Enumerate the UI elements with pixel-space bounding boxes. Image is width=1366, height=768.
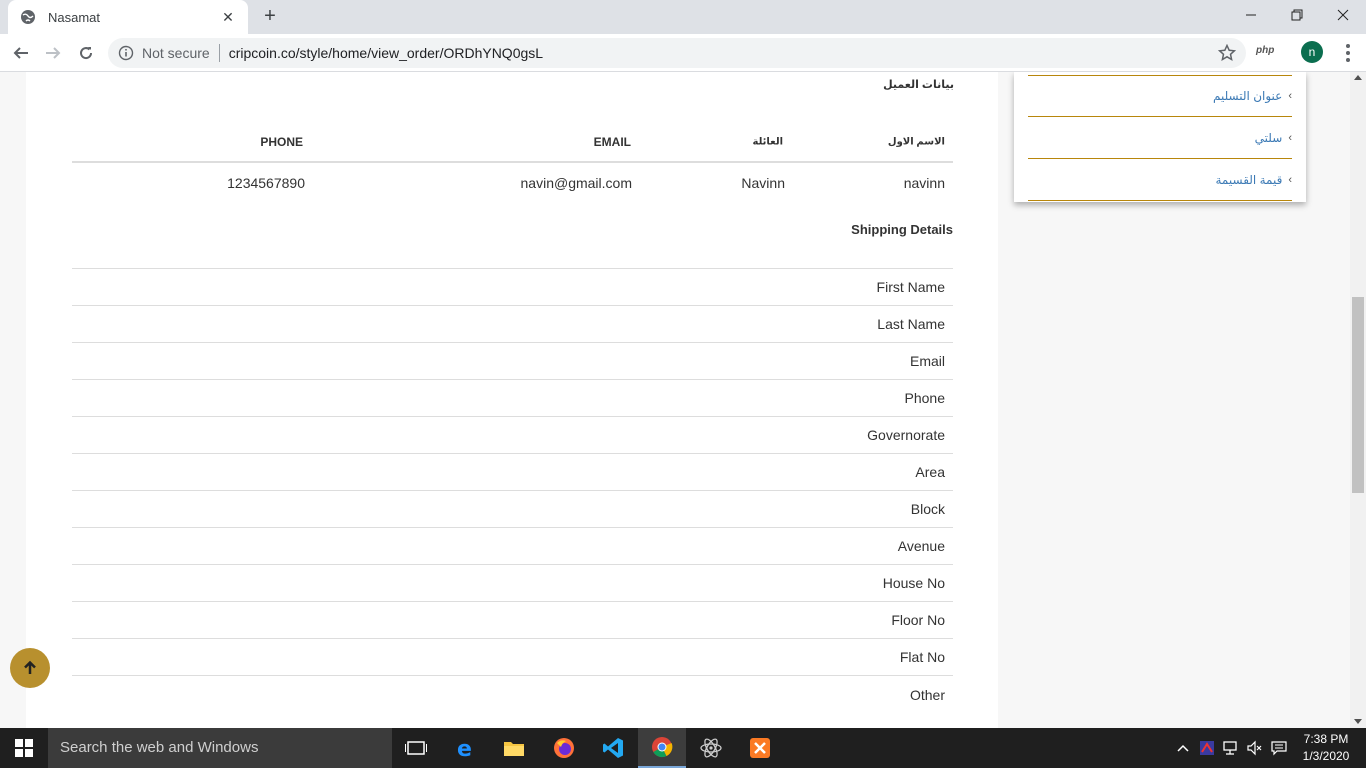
scrollbar-thumb[interactable] — [1352, 297, 1364, 493]
scroll-to-top-button[interactable] — [10, 648, 50, 688]
customer-table: الاسم الاول العائلة EMAIL PHONE navinn N… — [72, 122, 953, 203]
cell-phone: 1234567890 — [227, 175, 305, 191]
field-label: Other — [909, 686, 945, 703]
table-row: Avenue — [72, 528, 953, 565]
table-row: House No — [72, 565, 953, 602]
windows-taskbar: Search the web and Windows e 7:38 PM 1/3… — [0, 728, 1366, 768]
field-label: Floor No — [891, 612, 945, 628]
table-row: Block — [72, 491, 953, 528]
forward-button[interactable] — [40, 40, 66, 66]
php-extension-icon[interactable]: php — [1256, 45, 1274, 56]
reload-button[interactable] — [73, 40, 99, 66]
table-row: Governorate — [72, 417, 953, 454]
chrome-icon[interactable] — [638, 728, 686, 768]
windows-logo-icon — [15, 739, 33, 757]
customer-section-title: بيانات العميل — [883, 79, 954, 91]
scroll-down-arrow-icon[interactable] — [1354, 719, 1362, 724]
firefox-icon[interactable] — [540, 728, 588, 768]
divider — [218, 44, 220, 62]
not-secure-label: Not secure — [142, 45, 210, 61]
browser-menu-icon[interactable] — [1338, 42, 1358, 64]
page-scrollbar[interactable] — [1350, 72, 1366, 728]
volume-muted-icon[interactable] — [1244, 728, 1264, 768]
globe-icon — [20, 9, 36, 25]
table-row: Area — [72, 454, 953, 491]
field-label: Area — [915, 464, 945, 480]
chevron-left-icon: › — [1288, 173, 1292, 186]
scroll-up-arrow-icon[interactable] — [1354, 75, 1362, 80]
info-icon[interactable] — [118, 45, 134, 61]
page-viewport: بيانات العميل الاسم الاول العائلة EMAIL … — [0, 72, 1350, 728]
sidebar-item-coupon-value[interactable]: › قيمة القسيمة — [1028, 159, 1292, 201]
sidebar-item-label: عنوان التسليم — [1212, 88, 1283, 103]
tab-strip: Nasamat ✕ + — [0, 0, 1366, 34]
chevron-up-icon[interactable] — [1174, 728, 1192, 768]
field-label: Block — [910, 501, 945, 517]
chevron-left-icon: › — [1288, 131, 1292, 144]
cell-email: navin@gmail.com — [520, 175, 632, 191]
field-label: Governorate — [867, 427, 945, 443]
address-bar[interactable]: Not secure cripcoin.co/style/home/view_o… — [108, 38, 1246, 68]
task-view-icon[interactable] — [392, 728, 440, 768]
field-label: Flat No — [899, 649, 945, 665]
tab-close-icon[interactable]: ✕ — [220, 9, 236, 26]
edge-browser-icon[interactable]: e — [442, 728, 490, 768]
table-row: navinn Navinn navin@gmail.com 1234567890 — [72, 163, 953, 203]
field-label: Last Name — [877, 316, 945, 332]
profile-avatar[interactable]: n — [1301, 41, 1323, 63]
table-row: Phone — [72, 380, 953, 417]
browser-toolbar: Not secure cripcoin.co/style/home/view_o… — [0, 34, 1366, 72]
taskbar-search-box[interactable]: Search the web and Windows — [48, 728, 392, 768]
header-family: العائلة — [752, 136, 783, 147]
field-label: First Name — [876, 279, 945, 295]
table-row: Email — [72, 343, 953, 380]
cell-first-name: navinn — [903, 175, 945, 191]
header-phone: PHONE — [260, 134, 303, 149]
field-label: House No — [882, 575, 945, 591]
customer-table-header: الاسم الاول العائلة EMAIL PHONE — [72, 122, 953, 163]
shipping-table: First Name Last Name Email Phone Governo… — [72, 268, 953, 713]
account-sidebar: › عنوان التسليم › سلتي › قيمة القسيمة — [1014, 72, 1306, 202]
bookmark-star-icon[interactable] — [1217, 43, 1237, 62]
restore-button[interactable] — [1274, 0, 1320, 30]
table-row: Last Name — [72, 306, 953, 343]
network-icon[interactable] — [1220, 728, 1240, 768]
minimize-button[interactable] — [1228, 0, 1274, 30]
cell-family: Navinn — [741, 175, 785, 191]
taskbar-clock[interactable]: 7:38 PM 1/3/2020 — [1296, 731, 1356, 765]
field-label: Phone — [904, 390, 945, 406]
svg-text:e: e — [457, 737, 472, 759]
shipping-details-title: Shipping Details — [851, 222, 953, 237]
arrow-up-icon — [24, 660, 36, 674]
file-explorer-icon[interactable] — [490, 728, 538, 768]
tab-title: Nasamat — [48, 9, 101, 25]
start-button[interactable] — [0, 728, 48, 768]
header-first-name: الاسم الاول — [887, 136, 945, 147]
chevron-left-icon: › — [1288, 89, 1292, 102]
close-window-button[interactable] — [1320, 0, 1366, 30]
browser-tab[interactable]: Nasamat ✕ — [8, 0, 248, 34]
clock-time: 7:38 PM — [1303, 732, 1349, 746]
back-button[interactable] — [8, 40, 34, 66]
new-tab-button[interactable]: + — [258, 5, 282, 29]
sidebar-item-label: قيمة القسيمة — [1215, 172, 1283, 187]
field-label: Email — [909, 353, 945, 369]
url-text[interactable]: cripcoin.co/style/home/view_order/ORDhYN… — [229, 45, 543, 61]
table-row: First Name — [72, 269, 953, 306]
clock-date: 1/3/2020 — [1302, 749, 1350, 763]
atom-editor-icon[interactable] — [687, 728, 735, 768]
xampp-icon[interactable] — [736, 728, 784, 768]
table-row: Other — [72, 676, 953, 713]
sidebar-item-delivery-address[interactable]: › عنوان التسليم — [1028, 75, 1292, 117]
table-row: Floor No — [72, 602, 953, 639]
table-row: Flat No — [72, 639, 953, 676]
field-label: Avenue — [897, 538, 945, 554]
sidebar-item-my-cart[interactable]: › سلتي — [1028, 117, 1292, 159]
app-tray-icon[interactable] — [1198, 728, 1216, 768]
header-email: EMAIL — [593, 134, 631, 149]
notifications-icon[interactable] — [1268, 728, 1290, 768]
sidebar-item-label: سلتي — [1254, 130, 1283, 145]
vscode-icon[interactable] — [589, 728, 637, 768]
